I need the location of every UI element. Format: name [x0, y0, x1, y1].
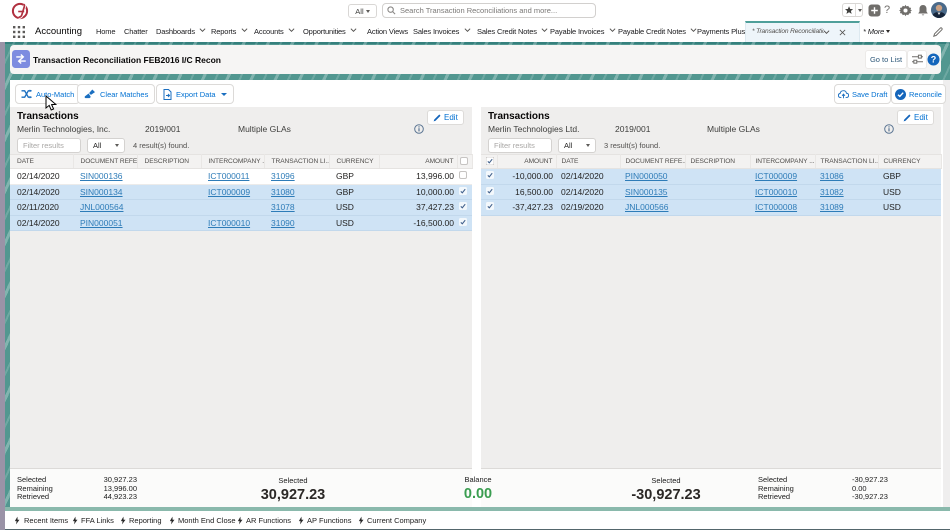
svg-text:?: ? — [931, 55, 937, 65]
